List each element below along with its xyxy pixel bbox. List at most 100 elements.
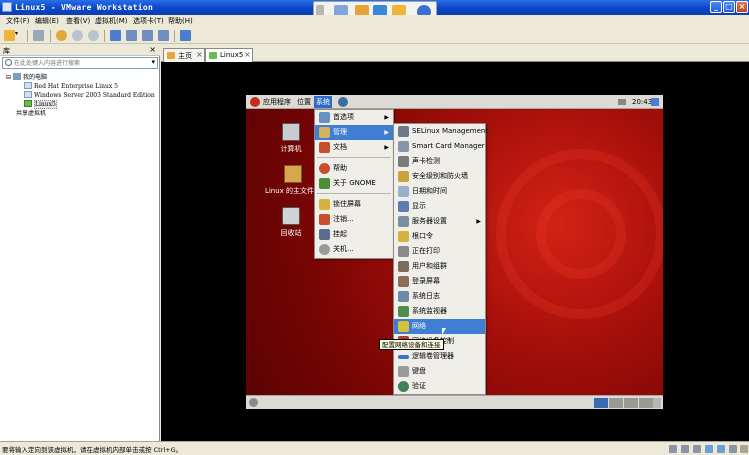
harddisk-icon[interactable] <box>669 445 677 453</box>
revert-snapshot-icon[interactable] <box>72 30 83 41</box>
printer-icon <box>398 246 409 257</box>
unity-icon[interactable] <box>158 30 169 41</box>
menu-vm[interactable]: 虚拟机(M) <box>95 16 128 27</box>
admin-item-datetime[interactable]: 日期和时间 <box>394 184 485 199</box>
power-icon[interactable] <box>4 30 15 41</box>
system-menu[interactable]: 系统 <box>314 96 332 108</box>
menu-item-about-gnome[interactable]: 关于 GNOME <box>315 176 393 191</box>
tab-close-icon[interactable]: × <box>196 50 203 59</box>
admin-item-lvm[interactable]: 逻辑卷管理器 <box>394 349 485 364</box>
menu-item-label: SELinux Management <box>412 127 489 135</box>
tab-linux5[interactable]: Linux5 × <box>205 48 253 63</box>
console-view-icon[interactable] <box>180 30 191 41</box>
admin-item-display[interactable]: 显示 <box>394 199 485 214</box>
menu-file[interactable]: 文件(F) <box>6 16 30 27</box>
tree-root-my-computer[interactable]: ⊟ 我的电脑 <box>6 73 47 82</box>
admin-item-root-password[interactable]: 根口令 <box>394 229 485 244</box>
toolbar-separator <box>50 30 51 42</box>
tree-item-shared[interactable]: 共享虚拟机 <box>16 109 46 118</box>
cdrom-icon[interactable] <box>681 445 689 453</box>
menu-item-help[interactable]: 帮助 <box>315 161 393 176</box>
menu-tabs[interactable]: 选项卡(T) <box>133 16 164 27</box>
library-close-icon[interactable]: × <box>149 45 156 54</box>
workspace-2[interactable] <box>609 398 623 408</box>
workspace-1[interactable] <box>594 398 608 408</box>
tree-item-vm[interactable]: Windows Server 2003 Standard Edition <box>24 91 155 100</box>
update-icon[interactable] <box>651 98 659 106</box>
menu-view[interactable]: 查看(V) <box>66 16 90 27</box>
tree-item-vm-selected[interactable]: Linux5 <box>24 100 57 109</box>
menu-item-preferences[interactable]: 首选项 ▶ <box>315 110 393 125</box>
network-adapter-icon[interactable] <box>705 445 713 453</box>
system-dropdown-menu: 首选项 ▶ 管理 ▶ 文档 ▶ 帮助 关于 GNOME 锁住屏幕 注销... 挂起 关… <box>314 109 394 259</box>
status-text: 要将输入定向到该虚拟机，请在虚拟机内部单击或按 Ctrl+G。 <box>2 446 183 454</box>
chevron-down-icon[interactable]: ▾ <box>15 30 21 41</box>
tree-item-vm[interactable]: Red Hat Enterprise Linux 5 <box>24 82 118 91</box>
workspace-4[interactable] <box>639 398 653 408</box>
menu-item-shutdown[interactable]: 关机... <box>315 242 393 257</box>
workspace-3[interactable] <box>624 398 638 408</box>
submenu-arrow-icon: ▶ <box>384 114 389 121</box>
volume-icon[interactable] <box>618 99 626 105</box>
snapshot-manager-icon[interactable] <box>88 30 99 41</box>
admin-item-users-groups[interactable]: 用户和组群 <box>394 259 485 274</box>
admin-item-selinux[interactable]: SELinux Management <box>394 124 489 139</box>
take-snapshot-icon[interactable] <box>56 30 67 41</box>
tab-strip: 主页 × Linux5 × <box>161 45 749 63</box>
admin-item-server-settings[interactable]: 服务器设置 ▶ <box>394 214 485 229</box>
minimize-button[interactable]: _ <box>710 1 722 13</box>
tab-home[interactable]: 主页 × <box>163 48 205 62</box>
tree-label: Red Hat Enterprise Linux 5 <box>34 83 118 90</box>
logout-icon <box>319 214 330 225</box>
show-desktop-icon[interactable] <box>249 398 258 407</box>
library-search-input[interactable] <box>14 58 144 68</box>
menu-help[interactable]: 帮助(H) <box>168 16 193 27</box>
menu-item-administration[interactable]: 管理 ▶ <box>315 125 393 140</box>
search-icon <box>5 59 12 66</box>
trash-applet-icon[interactable] <box>653 398 661 408</box>
admin-item-system-log[interactable]: 系统日志 <box>394 289 485 304</box>
menu-item-label: 注销... <box>333 215 354 223</box>
applications-menu[interactable]: 应用程序 <box>263 96 291 108</box>
usb-icon[interactable] <box>717 445 725 453</box>
menu-item-suspend[interactable]: 挂起 <box>315 227 393 242</box>
panel-clock[interactable]: 20:43 <box>632 96 652 108</box>
users-icon <box>398 261 409 272</box>
close-button[interactable]: × <box>736 1 748 13</box>
redhat-logo-icon[interactable] <box>250 97 260 107</box>
collapse-icon[interactable]: ⊟ <box>6 74 11 81</box>
admin-item-smartcard[interactable]: Smart Card Manager <box>394 139 485 154</box>
sound-icon[interactable] <box>729 445 737 453</box>
library-view-icon[interactable] <box>110 30 121 41</box>
maximize-button[interactable]: □ <box>723 1 735 13</box>
floppy-icon[interactable] <box>693 445 701 453</box>
admin-item-keyboard[interactable]: 键盘 <box>394 364 485 379</box>
thumbnail-view-icon[interactable] <box>126 30 137 41</box>
admin-item-soundcard[interactable]: 声卡检测 <box>394 154 485 169</box>
admin-item-printing[interactable]: 正在打印 <box>394 244 485 259</box>
wallpaper-decoration <box>536 189 626 279</box>
chevron-down-icon[interactable]: ▾ <box>151 58 155 66</box>
admin-item-firewall[interactable]: 安全级别和防火墙 <box>394 169 485 184</box>
network-icon[interactable] <box>33 30 44 41</box>
menu-item-lock-screen[interactable]: 锁住屏幕 <box>315 197 393 212</box>
guest-desktop[interactable]: 应用程序 位置 系统 20:43 计算机 Linux 的主文件夹 回收站 首选项… <box>246 95 663 409</box>
menu-item-label: 安全级别和防火墙 <box>412 172 468 180</box>
admin-item-network[interactable]: 网络 <box>394 319 485 334</box>
tab-close-icon[interactable]: × <box>244 50 251 59</box>
vm-icon <box>24 91 32 98</box>
message-log-icon[interactable] <box>740 445 748 453</box>
web-browser-icon[interactable] <box>338 97 348 107</box>
admin-item-login-screen[interactable]: 登录屏幕 <box>394 274 485 289</box>
admin-item-system-monitor[interactable]: 系统监视器 <box>394 304 485 319</box>
fullscreen-icon[interactable] <box>142 30 153 41</box>
menu-separator <box>317 193 391 194</box>
library-search[interactable]: ▾ <box>2 57 158 69</box>
menu-item-label: 日期和时间 <box>412 187 447 195</box>
admin-item-authentication[interactable]: 验证 <box>394 379 485 394</box>
menu-item-label: 键盘 <box>412 367 426 375</box>
menu-item-documents[interactable]: 文档 ▶ <box>315 140 393 155</box>
menu-item-logout[interactable]: 注销... <box>315 212 393 227</box>
places-menu[interactable]: 位置 <box>297 96 311 108</box>
menu-edit[interactable]: 编辑(E) <box>35 16 59 27</box>
